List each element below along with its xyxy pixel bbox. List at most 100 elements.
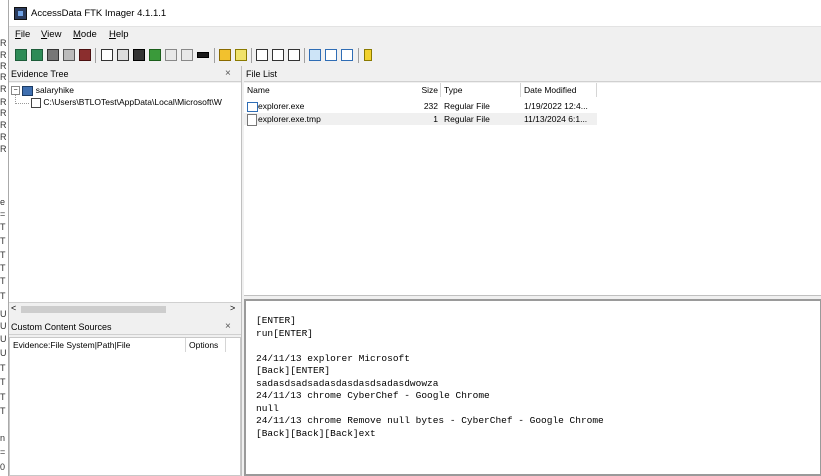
strip-char: = bbox=[0, 209, 6, 219]
create-disk-image-icon[interactable] bbox=[101, 49, 113, 61]
strip-char: T bbox=[0, 263, 6, 273]
menu-file[interactable]: File bbox=[15, 29, 30, 40]
text-view-icon[interactable] bbox=[309, 49, 321, 61]
table-row[interactable]: explorer.exe 232 Regular File 1/19/2022 … bbox=[244, 100, 597, 112]
tree-row-root[interactable]: − salaryhike bbox=[11, 85, 74, 96]
menu-mode-accel: M bbox=[73, 29, 81, 40]
file-date: 11/13/2024 6:1... bbox=[524, 114, 588, 124]
strip-char: T bbox=[0, 250, 6, 260]
verify-drive-icon[interactable] bbox=[256, 49, 268, 61]
file-size: 232 bbox=[423, 101, 438, 111]
file-date: 1/19/2022 12:4... bbox=[524, 101, 588, 111]
add-all-evidence-icon[interactable] bbox=[31, 49, 43, 61]
strip-char: U bbox=[0, 348, 7, 358]
scroll-left-icon[interactable]: < bbox=[11, 303, 16, 313]
file-name: explorer.exe.tmp bbox=[258, 114, 321, 124]
strip-char: T bbox=[0, 377, 6, 387]
document-file-icon bbox=[247, 114, 257, 126]
strip-char: R bbox=[0, 108, 7, 118]
evidence-tree-title: Evidence Tree bbox=[11, 69, 69, 79]
strip-char: R bbox=[0, 132, 7, 142]
column-header-type[interactable]: Type bbox=[441, 83, 521, 97]
column-header-evidence[interactable]: Evidence:File System|Path|File bbox=[10, 338, 186, 352]
strip-char: 0 bbox=[0, 462, 6, 472]
file-list-title: File List bbox=[246, 69, 278, 79]
menu-view[interactable]: View bbox=[41, 29, 61, 40]
menu-view-label: iew bbox=[47, 29, 62, 40]
tree-path-label: C:\Users\BTLOTest\AppData\Local\Microsof… bbox=[43, 97, 222, 107]
help-icon[interactable] bbox=[364, 49, 372, 61]
evidence-tree: − salaryhike C:\Users\BTLOTest\AppData\L… bbox=[9, 83, 241, 302]
export-hash-list-icon[interactable] bbox=[235, 49, 247, 61]
evidence-tree-scrollbar[interactable]: < > bbox=[9, 302, 241, 316]
export-logical-image-icon[interactable] bbox=[133, 49, 145, 61]
hex-view-icon[interactable] bbox=[325, 49, 337, 61]
strip-char: = bbox=[0, 447, 6, 457]
add-to-custom-content-icon[interactable] bbox=[149, 49, 161, 61]
strip-char: R bbox=[0, 120, 7, 130]
capture-memory-icon[interactable] bbox=[272, 49, 284, 61]
file-size: 1 bbox=[433, 114, 438, 124]
menu-mode[interactable]: Mode bbox=[73, 29, 97, 40]
text-viewer[interactable]: [ENTER] run[ENTER] 24/11/13 explorer Mic… bbox=[244, 299, 821, 476]
create-custom-content-image-icon[interactable] bbox=[165, 49, 177, 61]
toolbar-separator bbox=[304, 48, 305, 63]
toolbar-separator bbox=[95, 48, 96, 63]
toolbar-separator bbox=[214, 48, 215, 63]
custom-content-list: Evidence:File System|Path|File Options bbox=[9, 337, 241, 476]
auto-view-icon[interactable] bbox=[341, 49, 353, 61]
strip-char: R bbox=[0, 61, 7, 71]
file-type: Regular File bbox=[444, 101, 490, 111]
menu-mode-label: ode bbox=[80, 29, 97, 40]
menu-help-label: elp bbox=[115, 29, 129, 40]
file-type: Regular File bbox=[444, 114, 490, 124]
obtain-protected-files-icon[interactable] bbox=[288, 49, 300, 61]
partition-icon bbox=[31, 97, 41, 108]
close-icon[interactable]: × bbox=[225, 66, 231, 82]
file-name: explorer.exe bbox=[258, 101, 305, 111]
tree-row-path[interactable]: C:\Users\BTLOTest\AppData\Local\Microsof… bbox=[31, 97, 222, 108]
strip-char: R bbox=[0, 144, 7, 154]
export-disk-image-icon[interactable] bbox=[117, 49, 129, 61]
column-header-size[interactable]: Size bbox=[414, 83, 441, 97]
strip-char: T bbox=[0, 236, 6, 246]
menu-help[interactable]: Help bbox=[109, 29, 129, 40]
column-header-date[interactable]: Date Modified bbox=[521, 83, 597, 97]
evidence-tree-header: Evidence Tree × bbox=[9, 66, 241, 82]
scroll-thumb[interactable] bbox=[21, 306, 166, 313]
app-icon bbox=[14, 7, 27, 20]
strip-char: R bbox=[0, 38, 7, 48]
scroll-right-icon[interactable]: > bbox=[230, 303, 235, 313]
ftk-imager-window: AccessData FTK Imager 4.1.1.1 File View … bbox=[8, 0, 821, 476]
title-bar[interactable]: AccessData FTK Imager 4.1.1.1 bbox=[9, 0, 821, 27]
menu-file-label: ile bbox=[20, 29, 31, 40]
strip-char: T bbox=[0, 222, 6, 232]
menu-help-accel: H bbox=[109, 29, 116, 40]
strip-char: e bbox=[0, 197, 6, 207]
decrypt-icon[interactable] bbox=[181, 49, 193, 61]
column-header-name[interactable]: Name bbox=[244, 83, 432, 97]
table-row[interactable]: explorer.exe.tmp 1 Regular File 11/13/20… bbox=[244, 113, 597, 126]
column-header-options[interactable]: Options bbox=[186, 338, 226, 352]
custom-content-header: Custom Content Sources × bbox=[9, 319, 241, 335]
evidence-item-icon bbox=[22, 85, 34, 96]
strip-char: U bbox=[0, 309, 7, 319]
toolbar bbox=[9, 46, 821, 66]
strip-char: R bbox=[0, 72, 7, 82]
add-evidence-icon[interactable] bbox=[15, 49, 27, 61]
strip-char: R bbox=[0, 50, 7, 60]
toolbar-separator bbox=[251, 48, 252, 63]
strip-char: T bbox=[0, 291, 6, 301]
image-mounting-icon[interactable] bbox=[47, 49, 59, 61]
close-icon[interactable]: × bbox=[225, 319, 231, 335]
strip-char: n bbox=[0, 433, 6, 443]
strip-char: T bbox=[0, 276, 6, 286]
remove-all-evidence-icon[interactable] bbox=[79, 49, 91, 61]
tree-root-label: salaryhike bbox=[35, 85, 75, 95]
detect-efs-icon[interactable] bbox=[197, 52, 209, 58]
strip-char: U bbox=[0, 321, 7, 331]
toolbar-separator bbox=[358, 48, 359, 63]
remove-evidence-icon[interactable] bbox=[63, 49, 75, 61]
export-files-icon[interactable] bbox=[219, 49, 231, 61]
collapse-icon[interactable]: − bbox=[11, 86, 20, 96]
